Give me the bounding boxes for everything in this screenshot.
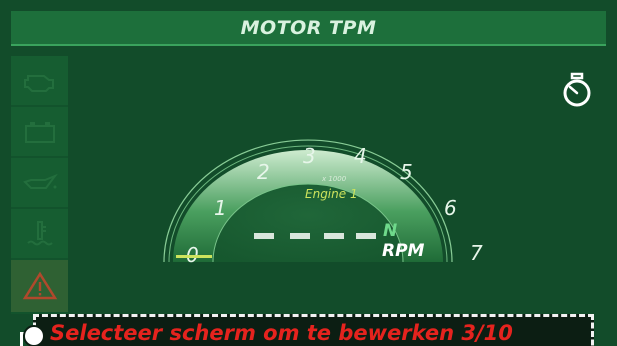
rpm-gauge: 0 1 2 3 4 5 6 7 x 1000 Engine 1 N RPM (163, 139, 483, 267)
rpm-dash (356, 233, 376, 239)
rpm-dash (290, 233, 310, 239)
rpm-dash (324, 233, 344, 239)
gauge-tick-label: 1 (214, 196, 227, 220)
main-screen: MOTOR TPM 1 2 3 4 5 6 7 x 1000 Engine 1 … (0, 0, 617, 346)
banner-text: Selecteer scherm om te bewerken 3/10 (50, 321, 513, 345)
engine-label: Engine 1 (305, 187, 358, 201)
gauge-scale-label: x 1000 (321, 175, 347, 183)
edit-screen-banner[interactable]: Selecteer scherm om te bewerken 3/10 (33, 314, 594, 346)
rpm-dash (254, 233, 274, 239)
banner-handle[interactable] (23, 325, 45, 346)
gear-indicator: N (383, 221, 397, 241)
gauge-needle-marker (176, 255, 212, 258)
rpm-unit-label: RPM (382, 241, 425, 261)
gauge-tick-label: 6 (444, 196, 457, 220)
gauge-tick-label: 4 (354, 144, 367, 168)
gauge-tick-label: 7 (470, 241, 483, 265)
gauge-tick-label: 5 (400, 160, 413, 184)
gauge-tick-label: 3 (303, 144, 316, 168)
gauge-tick-label: 2 (257, 160, 270, 184)
